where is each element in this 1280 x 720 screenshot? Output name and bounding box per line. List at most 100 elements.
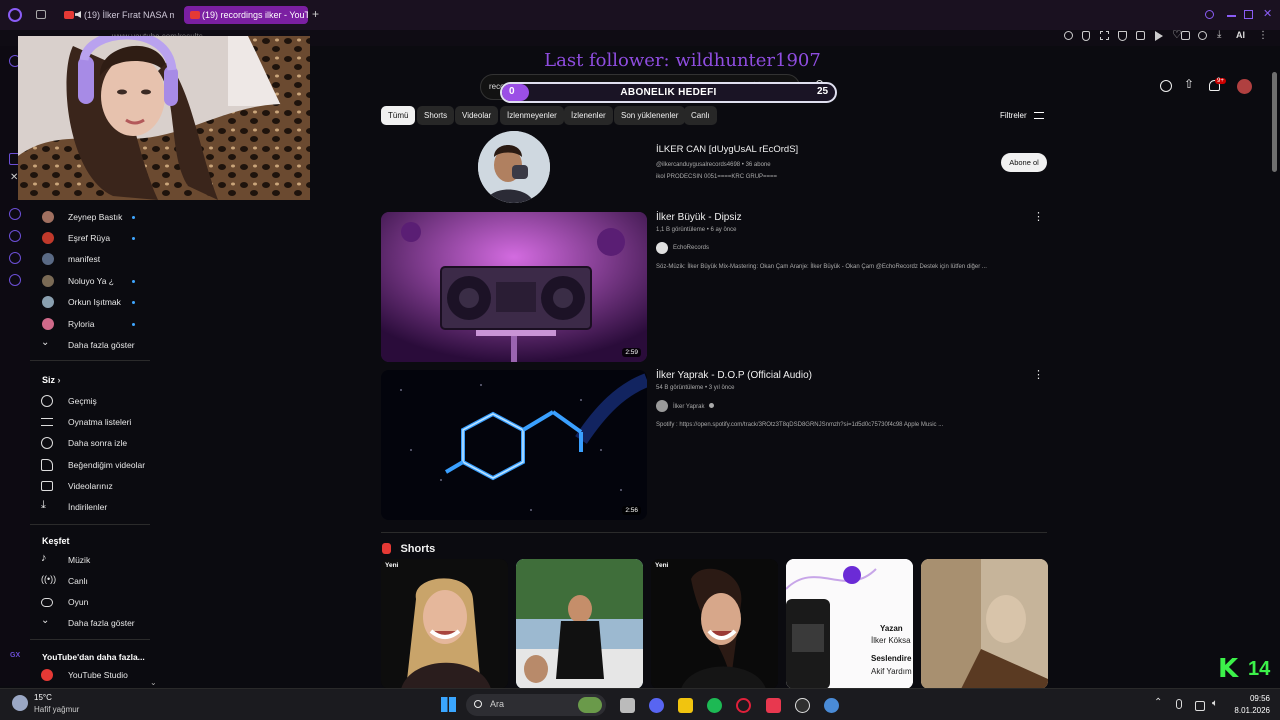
tray-overflow-icon[interactable]: ⌃ (1154, 697, 1162, 708)
sidebar-item-playlists[interactable]: Oynatma listeleri (41, 412, 131, 432)
video-channel[interactable]: EchoRecords (673, 245, 709, 251)
gx-extensions-icon[interactable] (9, 252, 21, 264)
duration-badge: 2:59 (622, 348, 641, 357)
opera-gx-icon[interactable] (736, 698, 751, 713)
opera-gx-logo-icon[interactable] (8, 8, 22, 22)
sidebar-show-more[interactable]: ⌄ Daha fazla göster (41, 335, 135, 355)
subscribe-button[interactable]: Abone ol (1001, 153, 1047, 172)
sidebar-sub-item[interactable]: Orkun Işıtmak (42, 292, 142, 312)
sidebar-item-your-videos[interactable]: Videolarınız (41, 476, 113, 496)
chip-videos[interactable]: Videolar (455, 106, 499, 125)
you-heading[interactable]: Siz › (42, 375, 61, 385)
video-title[interactable]: İlker Büyük - Dipsiz (656, 212, 742, 223)
file-explorer-icon[interactable] (678, 698, 693, 713)
tab-search-icon[interactable] (1205, 10, 1214, 19)
sidebar-scroll-chevron-icon[interactable]: ⌄ (150, 678, 157, 687)
sidebar-item-downloads[interactable]: ⤓ İndirilenler (41, 497, 107, 517)
extensions-icon[interactable] (1181, 31, 1190, 40)
gx-history-icon[interactable] (9, 230, 21, 242)
filters-button[interactable]: Filtreler (1000, 111, 1044, 120)
upload-icon[interactable]: ⇧ (1184, 77, 1194, 91)
sidebar-item-liked[interactable]: Beğendiğim videolar (41, 455, 145, 475)
short-card[interactable] (921, 559, 1048, 689)
app-icon[interactable] (824, 698, 839, 713)
short-card[interactable]: Yeni (381, 559, 508, 689)
microphone-icon[interactable] (1176, 699, 1182, 709)
channel-avatar[interactable] (656, 242, 668, 254)
windows-taskbar: 15°C Hafif yağmur Ara ⌃ 🔈︎ 09:56 8.01.20… (0, 688, 1280, 720)
download-icon[interactable]: ⤓ (1217, 29, 1221, 40)
network-icon[interactable] (1195, 701, 1205, 711)
weather-icon[interactable] (12, 695, 28, 711)
gx-player-icon[interactable] (9, 208, 21, 220)
video-thumbnail[interactable]: 2:56 (381, 370, 647, 520)
chip-all[interactable]: Tümü (381, 106, 416, 125)
discord-icon[interactable] (649, 698, 664, 713)
screenshot-icon[interactable] (1100, 31, 1109, 40)
short-card[interactable]: Yazan İlker Köksa Seslendire Akif Yardım (786, 559, 913, 689)
menu-icon[interactable]: ⋮ (1258, 30, 1268, 41)
maximize-icon[interactable] (1244, 10, 1253, 19)
chip-watched[interactable]: İzlenenler (564, 106, 613, 125)
gx-settings-icon[interactable] (9, 274, 21, 286)
sidebar-item-music[interactable]: ♪ Müzik (41, 550, 90, 570)
video-channel[interactable]: İlker Yaprak (673, 403, 715, 410)
ai-button[interactable]: AI (1236, 30, 1245, 40)
clock-date[interactable]: 8.01.2026 (1226, 706, 1270, 715)
channel-name[interactable]: İLKER CAN [dUygUsAL rEcOrdS] (656, 144, 798, 155)
box-icon[interactable] (1136, 31, 1145, 40)
vivaldi-icon[interactable] (766, 698, 781, 713)
sidebar-sub-item[interactable]: Eşref Rüya (42, 228, 142, 248)
tab-ilker-firat[interactable]: (19) İlker Fırat NASA m (56, 6, 174, 24)
zoom-icon[interactable] (1064, 31, 1073, 40)
chip-live[interactable]: Canlı (684, 106, 717, 125)
chip-recent[interactable]: Son yüklenenler (614, 106, 686, 125)
profile-icon[interactable] (1198, 31, 1207, 40)
sidebar-explore-more[interactable]: ⌄ Daha fazla göster (41, 613, 135, 633)
divider (30, 524, 150, 525)
chip-shorts[interactable]: Shorts (417, 106, 455, 125)
taskbar-search[interactable]: Ara (466, 694, 606, 716)
sidebar-sub-item[interactable]: Zeynep Bastık (42, 207, 142, 227)
task-view-icon[interactable] (620, 698, 635, 713)
play-icon[interactable] (1155, 31, 1163, 41)
sidebar-item-history[interactable]: Geçmiş (41, 391, 97, 411)
account-avatar[interactable] (1237, 79, 1252, 94)
shield-icon[interactable] (1118, 31, 1127, 41)
workspace-icon[interactable] (36, 10, 46, 19)
pin-icon[interactable] (1082, 31, 1090, 41)
spotify-icon[interactable] (707, 698, 722, 713)
sidebar-sub-item[interactable]: Noluyo Ya ¿ (42, 271, 142, 291)
weather-desc[interactable]: Hafif yağmur (34, 705, 79, 714)
sidebar-item-watch-later[interactable]: Daha sonra izle (41, 433, 127, 453)
video-thumbnail[interactable]: 2:59 (381, 212, 647, 362)
tab-title: (19) İlker Fırat NASA m (84, 10, 174, 20)
volume-icon[interactable]: 🔈︎ (1212, 698, 1218, 709)
sidebar-sub-item[interactable]: manifest (42, 249, 142, 269)
close-window-icon[interactable]: ✕ (1263, 7, 1272, 20)
clock-time[interactable]: 09:56 (1236, 694, 1270, 703)
browser-toolbar: ♡ ⤓ AI ⋮ (1060, 29, 1275, 44)
minimize-icon[interactable] (1227, 15, 1236, 17)
sidebar-item-gaming[interactable]: Oyun (41, 592, 88, 612)
create-icon[interactable] (1160, 80, 1172, 92)
scrollbar[interactable] (1272, 72, 1277, 172)
sidebar-item-youtube-studio[interactable]: YouTube Studio (41, 665, 128, 685)
channel-avatar[interactable] (656, 400, 668, 412)
short-card[interactable] (516, 559, 643, 689)
tab-recordings-ilker[interactable]: (19) recordings ilker - YouT (184, 6, 308, 24)
sidebar-sub-item[interactable]: Ryloria (42, 314, 142, 334)
short-card[interactable]: Yeni (651, 559, 778, 689)
obs-icon[interactable] (795, 698, 810, 713)
chip-unwatched[interactable]: İzlenmeyenler (500, 106, 564, 125)
channel-avatar[interactable] (478, 131, 550, 203)
goal-target-value: 25 (817, 86, 829, 97)
weather-temp[interactable]: 15°C (34, 693, 52, 702)
new-tab-button[interactable]: + (312, 7, 319, 21)
more-actions-icon[interactable]: ⋮ (1033, 368, 1044, 381)
start-windows-icon[interactable] (441, 697, 456, 712)
video-title[interactable]: İlker Yaprak - D.O.P (Official Audio) (656, 370, 812, 381)
more-actions-icon[interactable]: ⋮ (1033, 210, 1044, 223)
youtube-studio-icon (41, 669, 53, 681)
sidebar-item-live[interactable]: ((•)) Canlı (41, 571, 88, 591)
